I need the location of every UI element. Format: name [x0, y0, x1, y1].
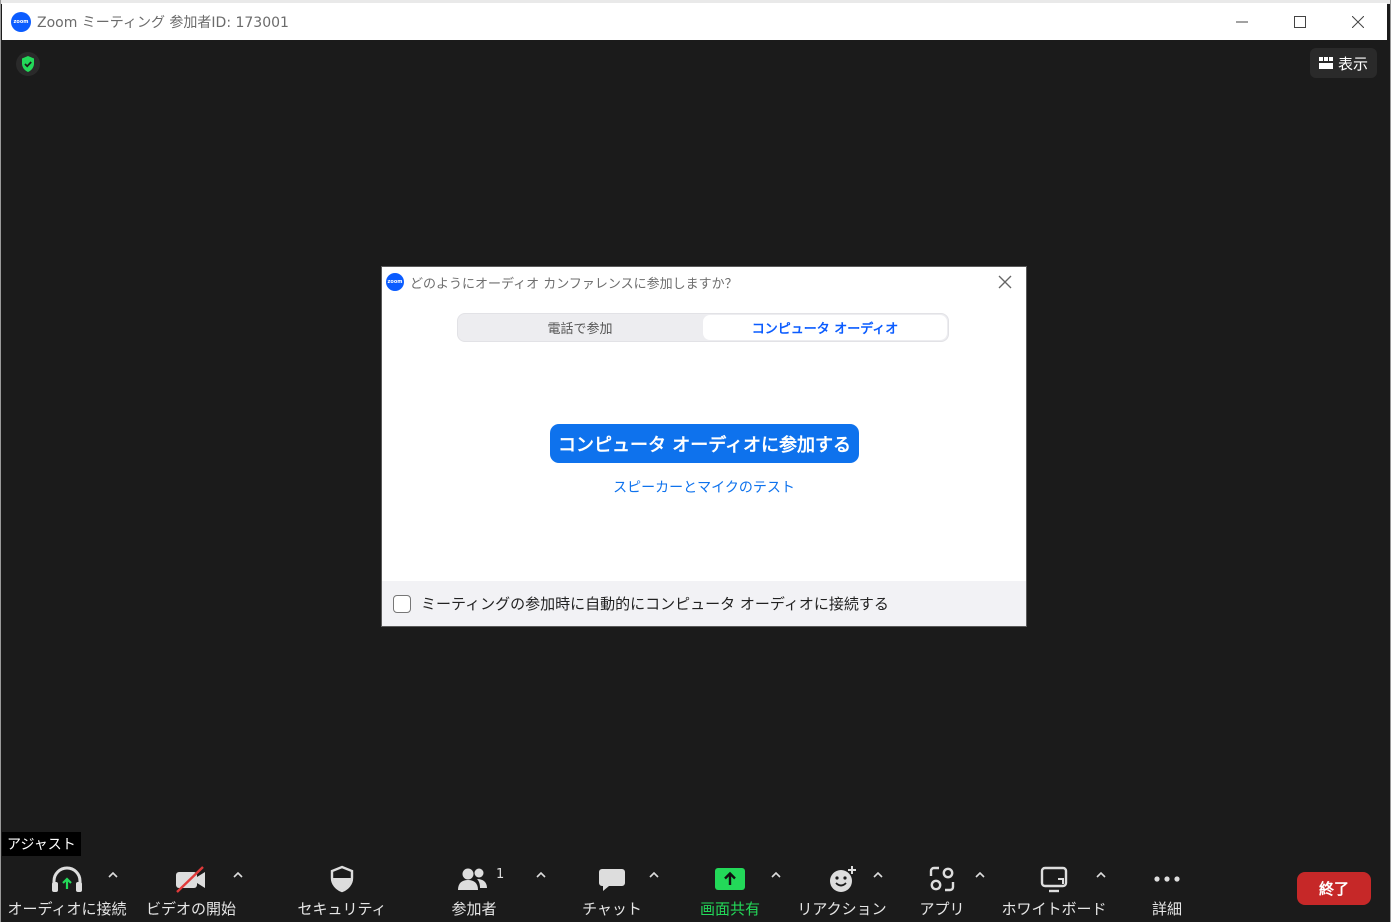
chevron-up-icon[interactable]	[534, 868, 548, 882]
start-video-label: ビデオの開始	[145, 900, 237, 918]
end-meeting-button[interactable]: 終了	[1297, 872, 1371, 905]
chevron-up-icon[interactable]	[647, 868, 661, 882]
test-speaker-mic-link-text[interactable]: スピーカーとマイクのテスト	[613, 480, 795, 496]
share-screen-icon	[715, 868, 745, 890]
tab-phone[interactable]: 電話で参加	[458, 314, 702, 341]
more-icon	[1154, 876, 1180, 882]
connect-audio-button[interactable]: オーディオに接続	[2, 860, 132, 922]
zoom-window: zoom Zoom ミーティング 参加者ID: 173001 表示 zoom ど…	[0, 0, 1391, 922]
whiteboard-icon	[1040, 866, 1068, 893]
maximize-icon	[1294, 15, 1306, 28]
encryption-shield-icon[interactable]	[16, 52, 40, 76]
view-button[interactable]: 表示	[1309, 48, 1377, 78]
zoom-logo-icon: zoom	[11, 11, 31, 32]
dialog-title: どのようにオーディオ カンファレンスに参加しますか？	[410, 276, 738, 292]
title-bar: zoom Zoom ミーティング 参加者ID: 173001	[2, 3, 1387, 40]
tab-computer-audio[interactable]: コンピュータ オーディオ	[703, 315, 947, 340]
close-window-button[interactable]	[1329, 3, 1387, 40]
window-title: Zoom ミーティング 参加者ID: 173001	[37, 14, 289, 31]
zoom-logo-icon: zoom	[386, 273, 404, 291]
more-button[interactable]: 詳細	[1137, 860, 1197, 922]
whiteboard-label: ホワイトボード	[1001, 900, 1107, 918]
chat-label: チャット	[582, 900, 642, 918]
reaction-icon	[830, 866, 856, 892]
participants-button[interactable]: 1 参加者	[432, 860, 562, 922]
apps-button[interactable]: アプリ	[912, 860, 992, 922]
maximize-button[interactable]	[1271, 3, 1329, 40]
chevron-up-icon[interactable]	[231, 868, 245, 882]
test-speaker-mic-link: スピーカーとマイクのテスト	[382, 477, 1026, 497]
close-icon	[1352, 15, 1364, 28]
join-computer-audio-button[interactable]: コンピュータ オーディオに参加する	[550, 424, 859, 463]
auto-connect-label[interactable]: ミーティングの参加時に自動的にコンピュータ オーディオに接続する	[421, 593, 889, 614]
apps-label: アプリ	[919, 900, 965, 918]
dialog-header: zoom どのようにオーディオ カンファレンスに参加しますか？	[382, 267, 1026, 297]
view-button-label: 表示	[1337, 54, 1368, 73]
headphones-icon	[52, 866, 82, 892]
grid-view-icon	[1318, 57, 1333, 69]
participants-icon	[458, 868, 487, 890]
security-label: セキュリティ	[297, 900, 387, 918]
audio-join-dialog: zoom どのようにオーディオ カンファレンスに参加しますか？ 電話で参加 コン…	[382, 267, 1026, 626]
video-off-icon	[176, 866, 205, 893]
start-video-button[interactable]: ビデオの開始	[140, 860, 260, 922]
minimize-button[interactable]	[1213, 3, 1271, 40]
apps-icon	[929, 866, 955, 892]
security-button[interactable]: セキュリティ	[292, 860, 392, 922]
participant-count: 1	[496, 867, 505, 882]
chat-button[interactable]: チャット	[582, 860, 672, 922]
window-controls	[1213, 3, 1387, 40]
dialog-footer: ミーティングの参加時に自動的にコンピュータ オーディオに接続する	[382, 581, 1026, 626]
connect-audio-label: オーディオに接続	[7, 900, 127, 918]
chevron-up-icon[interactable]	[1094, 868, 1108, 882]
whiteboard-button[interactable]: ホワイトボード	[1001, 860, 1117, 922]
meeting-toolbar: オーディオに接続 ビデオの開始 セキュリティ 1 参加者 チャット 画面共有 リ…	[2, 860, 1387, 922]
chevron-up-icon[interactable]	[973, 868, 987, 882]
more-label: 詳細	[1151, 900, 1183, 918]
participants-label: 参加者	[451, 900, 497, 918]
share-screen-button[interactable]: 画面共有	[692, 860, 792, 922]
minimize-icon	[1236, 21, 1248, 22]
assist-label: アジャスト	[2, 832, 81, 856]
reactions-button[interactable]: リアクション	[797, 860, 892, 922]
chevron-up-icon[interactable]	[106, 868, 120, 882]
reactions-label: リアクション	[797, 900, 887, 918]
audio-mode-tabs: 電話で参加 コンピュータ オーディオ	[457, 313, 949, 342]
auto-connect-checkbox[interactable]	[393, 594, 411, 613]
dialog-close-icon[interactable]	[996, 273, 1014, 291]
share-screen-label: 画面共有	[699, 900, 761, 918]
chat-icon	[599, 869, 625, 891]
chevron-up-icon[interactable]	[871, 868, 885, 882]
shield-icon	[330, 865, 354, 893]
chevron-up-icon[interactable]	[769, 868, 783, 882]
